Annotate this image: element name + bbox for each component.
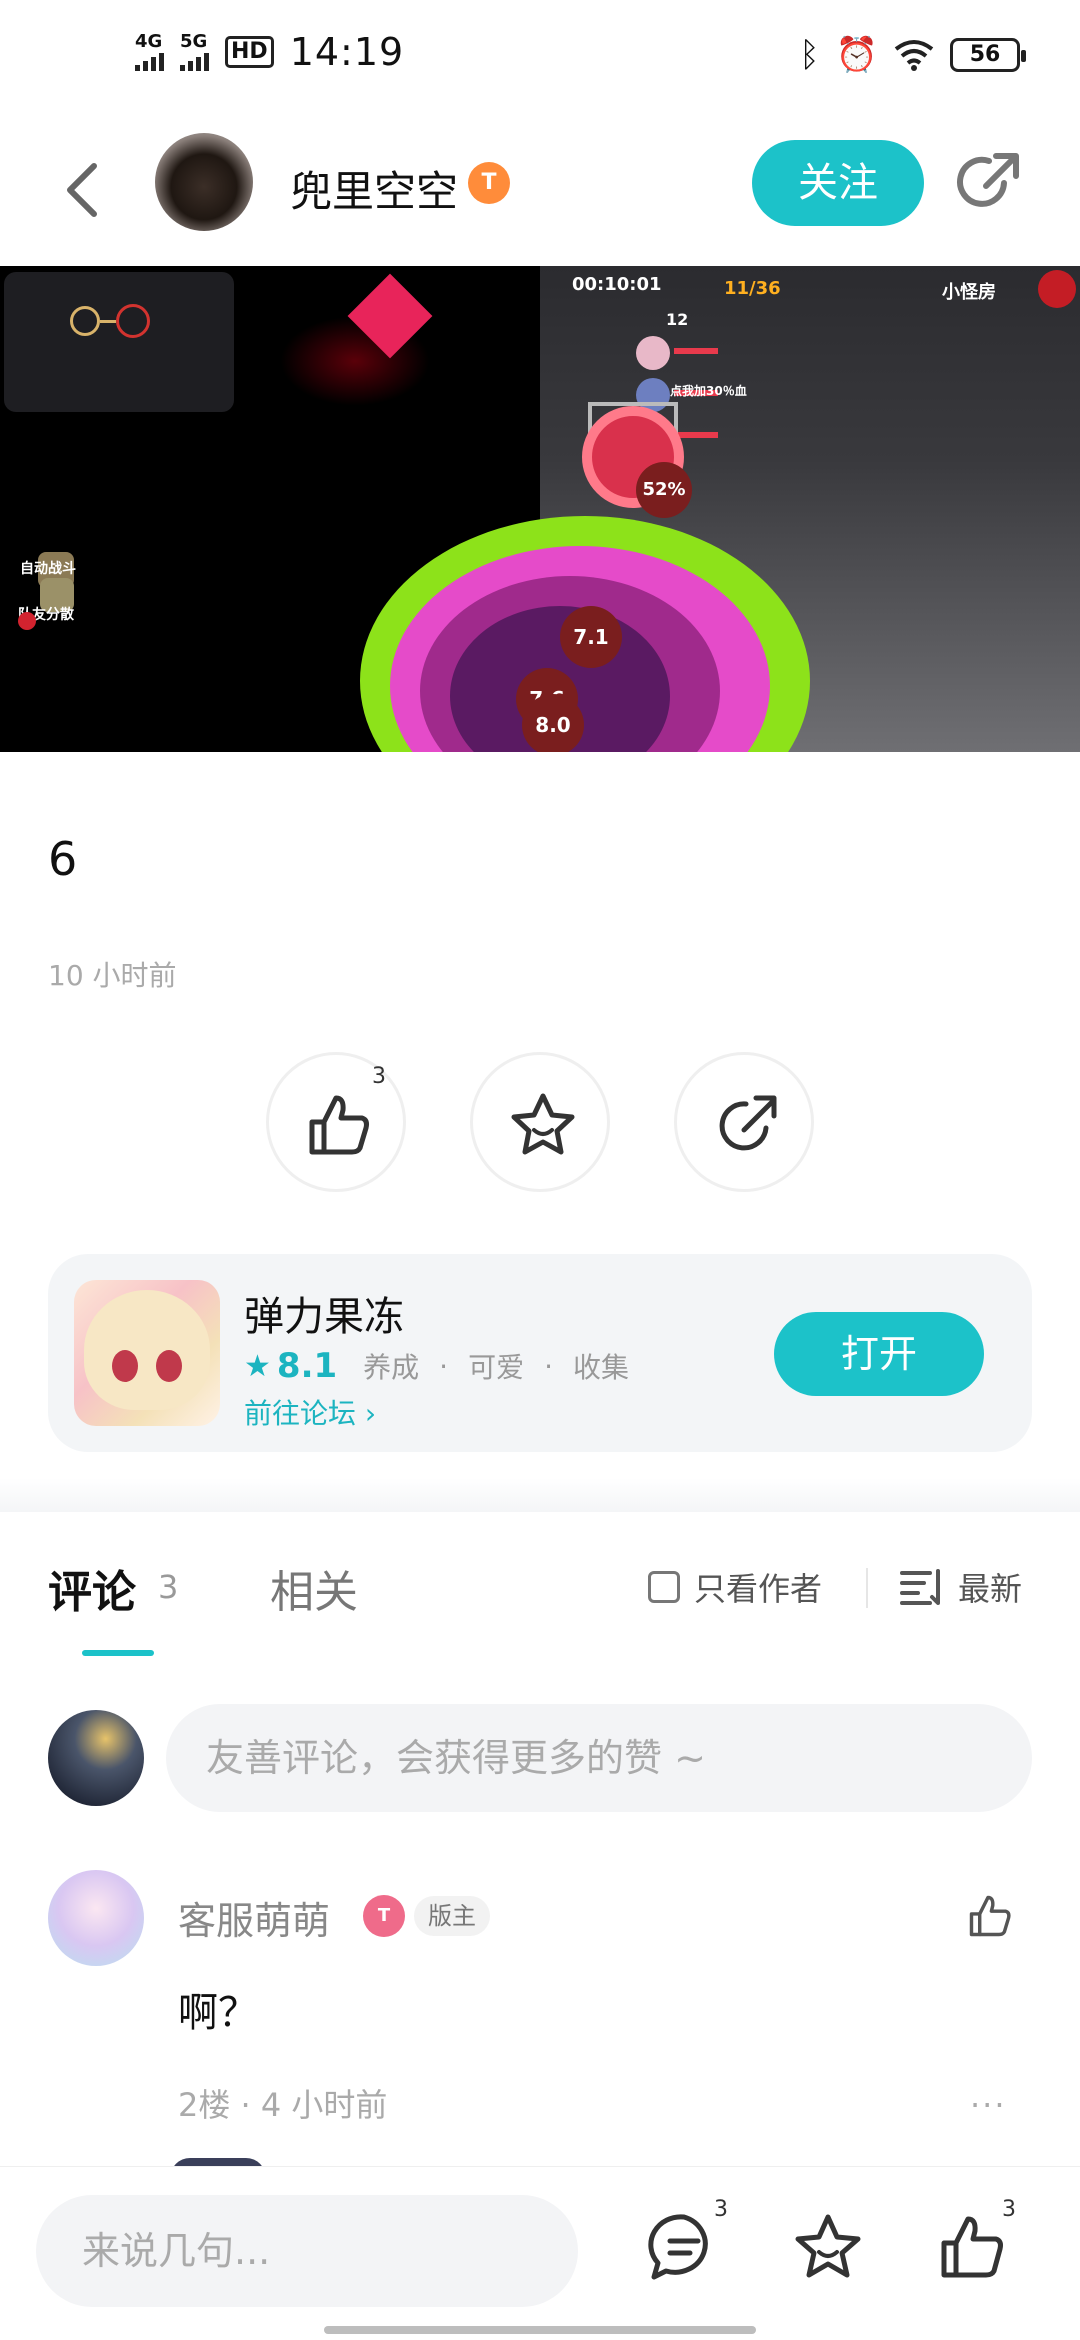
- tab-comments[interactable]: 评论: [48, 1556, 136, 1620]
- percent-ball: 52%: [636, 462, 692, 518]
- post-media-video[interactable]: 自动战斗 队友分散 00:10:01 11/36 小怪房 12 7.1 7.6 …: [0, 266, 1080, 752]
- bonus-text: 点我加30％血: [670, 384, 747, 398]
- status-right: ᛒ ⏰ 56: [799, 35, 1026, 75]
- commenter-name[interactable]: 客服萌萌: [178, 1890, 330, 1945]
- clock: 14:19: [289, 30, 405, 74]
- status-left: 4G 5G HD 14:19: [135, 30, 404, 74]
- divider: [866, 1568, 868, 1608]
- signal-4g-icon: 4G: [135, 33, 164, 71]
- auto-battle-label: 自动战斗: [20, 561, 76, 577]
- room-label: 小怪房: [942, 282, 996, 303]
- tab-active-indicator: [82, 1650, 154, 1656]
- follow-button[interactable]: 关注: [752, 140, 924, 226]
- reply-input[interactable]: 来说几句...: [36, 2195, 578, 2307]
- commenter-avatar[interactable]: [48, 1870, 144, 1966]
- minimap: [4, 272, 234, 412]
- score-ball-1: 7.1: [560, 606, 622, 668]
- battery-icon: 56: [950, 38, 1026, 72]
- network-type-2: 5G: [180, 31, 208, 52]
- share-icon[interactable]: [956, 150, 1022, 216]
- comment-body: 啊？: [178, 1990, 258, 2036]
- star-icon: [511, 1093, 575, 1155]
- rating-star-icon: ★: [244, 1348, 271, 1384]
- author-only-label: 只看作者: [694, 1570, 823, 1608]
- post-text: 6: [48, 832, 78, 886]
- hp-count: 12: [666, 310, 689, 329]
- sort-button[interactable]: 最新: [900, 1564, 1022, 1610]
- app-rating: 8.1: [276, 1346, 338, 1386]
- my-avatar[interactable]: [48, 1710, 144, 1806]
- commenter-level-badge: T: [363, 1895, 405, 1937]
- share-icon: [719, 1095, 777, 1151]
- like-count: 3: [372, 1064, 386, 1089]
- comment-meta: 2楼 · 4 小时前: [178, 2086, 388, 2124]
- game-timer: 00:10:01: [572, 274, 662, 295]
- forum-link[interactable]: 前往论坛 ›: [244, 1392, 376, 1432]
- author-name[interactable]: 兜里空空: [290, 158, 458, 219]
- comment-floor: 2楼: [178, 2086, 231, 2124]
- open-app-button[interactable]: 打开: [774, 1312, 984, 1396]
- favorite-action-button[interactable]: [470, 1052, 610, 1192]
- alarm-icon: ⏰: [835, 35, 878, 75]
- comments-count: 3: [158, 1568, 179, 1606]
- author-level-badge: T: [468, 162, 510, 204]
- wifi-icon: [894, 40, 934, 71]
- comment-like-icon[interactable]: [966, 1892, 1014, 1940]
- tab-related[interactable]: 相关: [270, 1556, 358, 1620]
- comment-input[interactable]: 友善评论，会获得更多的赞 ~: [166, 1704, 1032, 1812]
- hd-voice-icon: HD: [225, 36, 274, 68]
- app-tag: 收集: [572, 1351, 629, 1384]
- moderator-tag: 版主: [414, 1896, 490, 1936]
- status-bar: 4G 5G HD 14:19 ᛒ ⏰ 56: [0, 0, 1080, 120]
- app-tag: 可爱: [468, 1351, 525, 1384]
- sort-label: 最新: [958, 1570, 1023, 1608]
- post-time: 10 小时前: [48, 959, 177, 992]
- more-options-icon[interactable]: ···: [970, 2086, 1007, 2124]
- app-tag: 养成: [363, 1351, 420, 1384]
- author-avatar[interactable]: [155, 133, 253, 231]
- comment-icon[interactable]: [648, 2211, 720, 2283]
- battery-level: 56: [969, 42, 1001, 67]
- sort-icon: [900, 1569, 940, 1605]
- back-arrow-icon[interactable]: [56, 160, 112, 220]
- home-indicator[interactable]: [324, 2326, 756, 2334]
- game-right-panel: 00:10:01 11/36 小怪房 12 7.1 7.6 8.0 点我加30％…: [347, 266, 1080, 752]
- app-name[interactable]: 弹力果冻: [244, 1284, 404, 1342]
- bottom-like-count: 3: [1002, 2197, 1016, 2222]
- bluetooth-icon: ᛒ: [799, 35, 820, 75]
- thumbs-up-icon: [309, 1095, 369, 1155]
- comment-count: 3: [714, 2197, 728, 2222]
- wave-counter: 11/36: [724, 278, 781, 299]
- score-ball-3: 8.0: [522, 694, 584, 752]
- bottom-action-bar: 来说几句... 3 3: [0, 2166, 1080, 2340]
- author-only-toggle[interactable]: 只看作者: [648, 1564, 822, 1610]
- share-action-button[interactable]: [674, 1052, 814, 1192]
- app-card[interactable]: 弹力果冻 ★ 8.1 养成 · 可爱 · 收集 前往论坛 › 打开: [48, 1254, 1032, 1452]
- star-icon[interactable]: [792, 2211, 864, 2283]
- network-type-1: 4G: [135, 31, 163, 52]
- app-rating-row: ★ 8.1 养成 · 可爱 · 收集: [244, 1346, 629, 1386]
- thumbs-up-icon[interactable]: [936, 2211, 1008, 2283]
- post-header: 兜里空空 T 关注: [0, 120, 1080, 260]
- checkbox-icon[interactable]: [648, 1571, 680, 1603]
- signal-5g-icon: 5G: [180, 33, 209, 71]
- comment-time: 4 小时前: [260, 2086, 388, 2124]
- section-divider: [0, 1478, 1080, 1512]
- app-icon[interactable]: [74, 1280, 220, 1426]
